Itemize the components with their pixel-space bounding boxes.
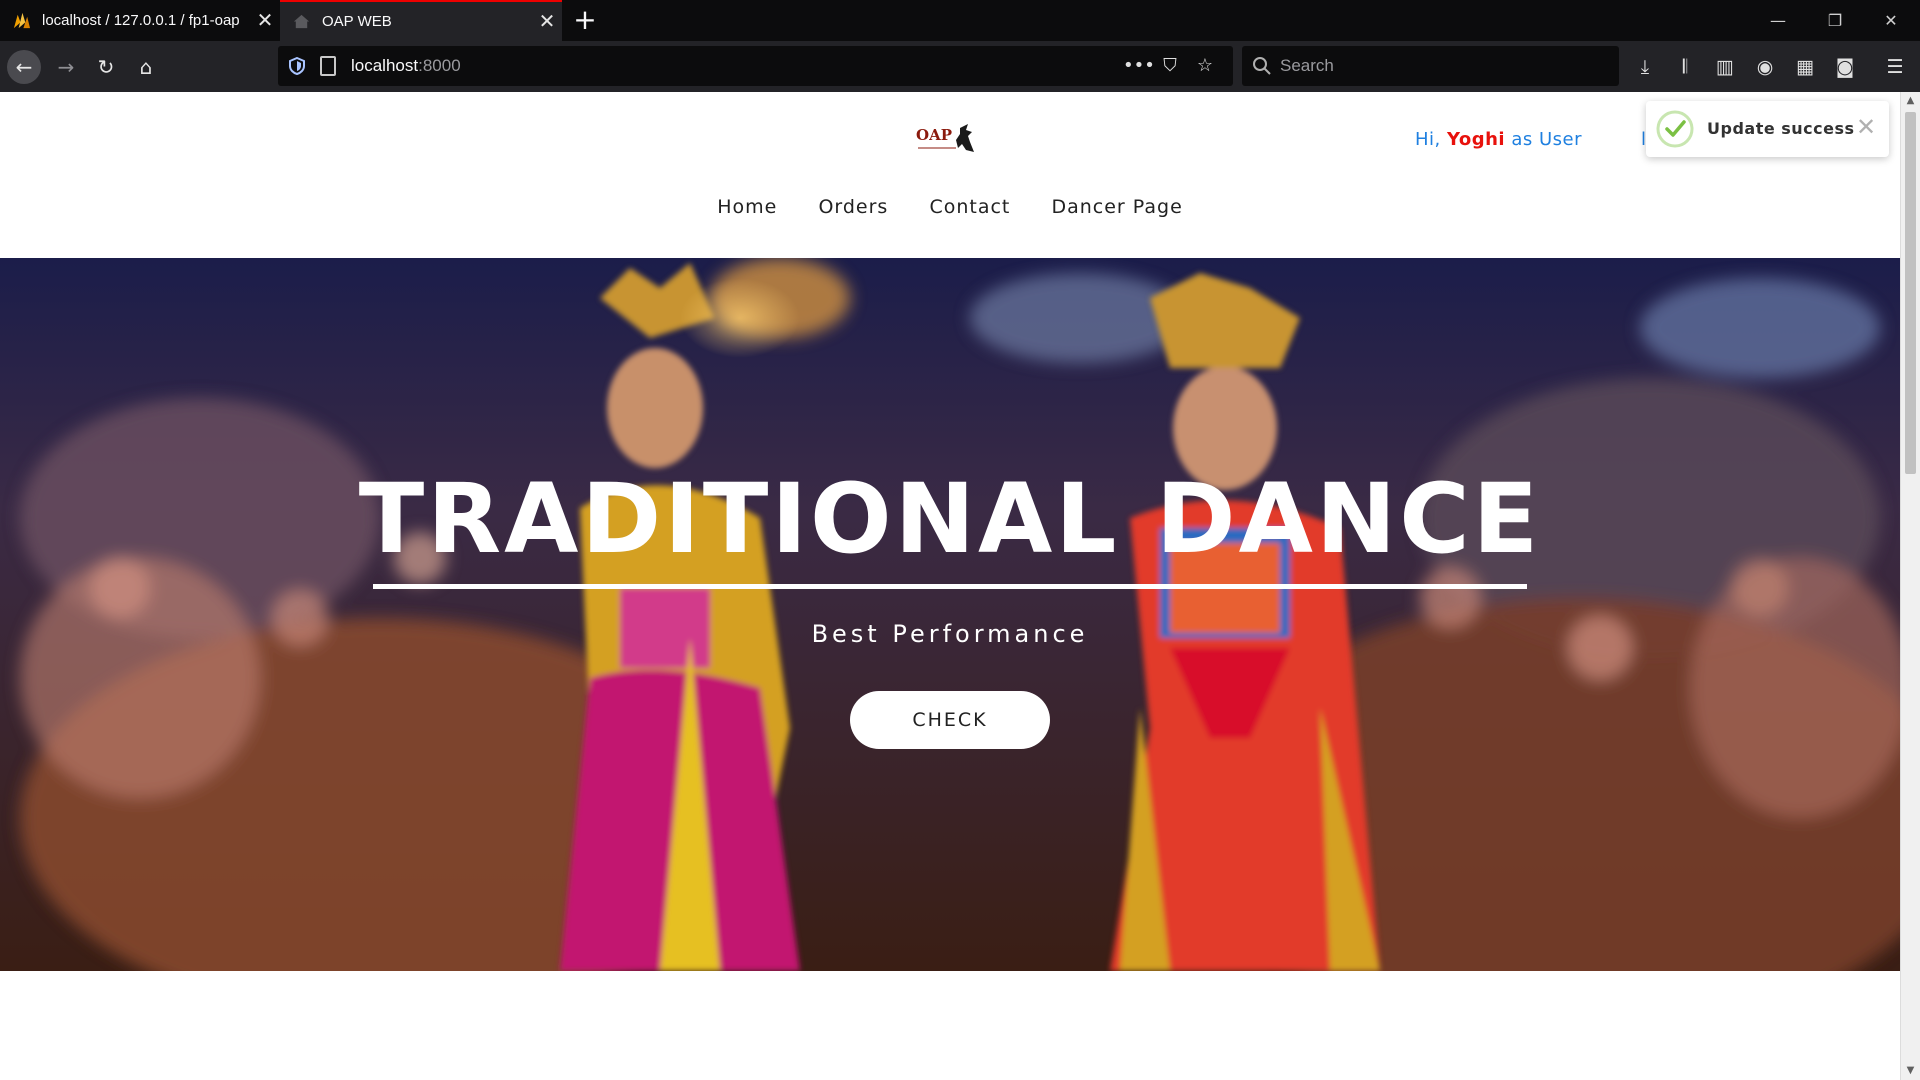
nav-dancer-page[interactable]: Dancer Page [1051,196,1182,218]
nav-contact[interactable]: Contact [929,196,1010,218]
sidebar-icon[interactable]: ▥ [1710,52,1740,82]
dancer-silhouette-icon [918,124,974,152]
search-icon [1253,57,1271,75]
new-tab-plus-icon[interactable]: + [570,4,600,36]
nav-home[interactable]: Home [717,196,777,218]
extension-icon[interactable]: ▦ [1790,52,1820,82]
url-port: :8000 [418,56,461,75]
check-button[interactable]: CHECK [850,691,1050,749]
browser-toolbar: ← → ↻ ⌂ localhost:8000 ••• ⛉ ☆ ⤓ 𝄃 ▥ ◉ ▦… [0,41,1920,92]
greeting-suffix: as User [1505,129,1582,150]
library-icon[interactable]: 𝄃 [1670,52,1700,82]
forward-arrow-icon[interactable]: → [49,50,83,84]
page-scrollbar[interactable]: ▲ ▼ [1900,92,1920,1080]
restore-window-icon[interactable]: ❐ [1810,0,1860,41]
site-header: OAP Home Orders Contact Dancer Page Hi, … [0,92,1900,258]
bookmark-star-icon[interactable]: ☆ [1192,54,1218,78]
close-tab-icon[interactable]: ✕ [532,9,562,34]
close-toast-icon[interactable]: ✕ [1852,113,1880,141]
success-toast: Update success ✕ [1646,101,1889,157]
hero-background-photo [0,258,1900,971]
nav-orders[interactable]: Orders [818,196,888,218]
account-icon[interactable]: ◉ [1750,52,1780,82]
url-host: localhost [351,56,419,75]
page-info-icon[interactable] [320,56,336,76]
minimize-window-icon[interactable]: — [1753,0,1803,41]
hero-divider [373,584,1527,589]
scroll-down-arrow-icon[interactable]: ▼ [1901,1062,1920,1080]
pocket-icon[interactable]: ⛉ [1157,54,1183,78]
scroll-up-arrow-icon[interactable]: ▲ [1901,92,1920,110]
home-favicon-icon [293,14,310,29]
tab-title: localhost / 127.0.0.1 / fp1-oap [42,12,240,29]
search-input[interactable] [1280,46,1600,86]
browser-tab-oap-web[interactable]: OAP WEB ✕ [280,0,562,41]
browser-tab-phpmyadmin[interactable]: localhost / 127.0.0.1 / fp1-oap ✕ [0,0,280,41]
tracking-protection-shield-icon[interactable] [288,57,306,75]
toast-message: Update success [1707,119,1855,138]
site-logo[interactable]: OAP [916,122,984,160]
page-actions-menu-icon[interactable]: ••• [1123,54,1155,78]
greeting-username: Yoghi [1446,129,1506,150]
user-greeting: Hi, Yoghi as User [1415,129,1582,150]
tab-title: OAP WEB [322,13,392,30]
scroll-thumb[interactable] [1905,112,1916,474]
home-icon[interactable]: ⌂ [129,50,163,84]
tab-bar: localhost / 127.0.0.1 / fp1-oap ✕ OAP WE… [0,0,1920,41]
greeting-prefix: Hi, [1415,129,1447,150]
close-tab-icon[interactable]: ✕ [250,8,280,33]
main-nav: Home Orders Contact Dancer Page [0,196,1900,218]
address-bar[interactable]: localhost:8000 ••• ⛉ ☆ [278,46,1233,86]
search-box[interactable] [1242,46,1619,86]
back-arrow-icon[interactable]: ← [7,50,41,84]
hero-banner: TRADITIONAL DANCE Best Performance CHECK [0,258,1900,971]
page-viewport: OAP Home Orders Contact Dancer Page Hi, … [0,92,1920,1080]
hero-subtitle: Best Performance [811,620,1089,648]
reload-icon[interactable]: ↻ [89,50,123,84]
phpmyadmin-favicon-icon [13,12,31,29]
check-circle-icon [1656,110,1694,148]
hamburger-menu-icon[interactable]: ☰ [1880,52,1910,82]
downloads-icon[interactable]: ⤓ [1630,52,1660,82]
close-window-icon[interactable]: ✕ [1866,0,1916,41]
hero-title: TRADITIONAL DANCE [358,463,1542,575]
url-text[interactable]: localhost:8000 [351,56,461,76]
screenshot-extension-icon[interactable]: ◙ [1830,52,1860,82]
